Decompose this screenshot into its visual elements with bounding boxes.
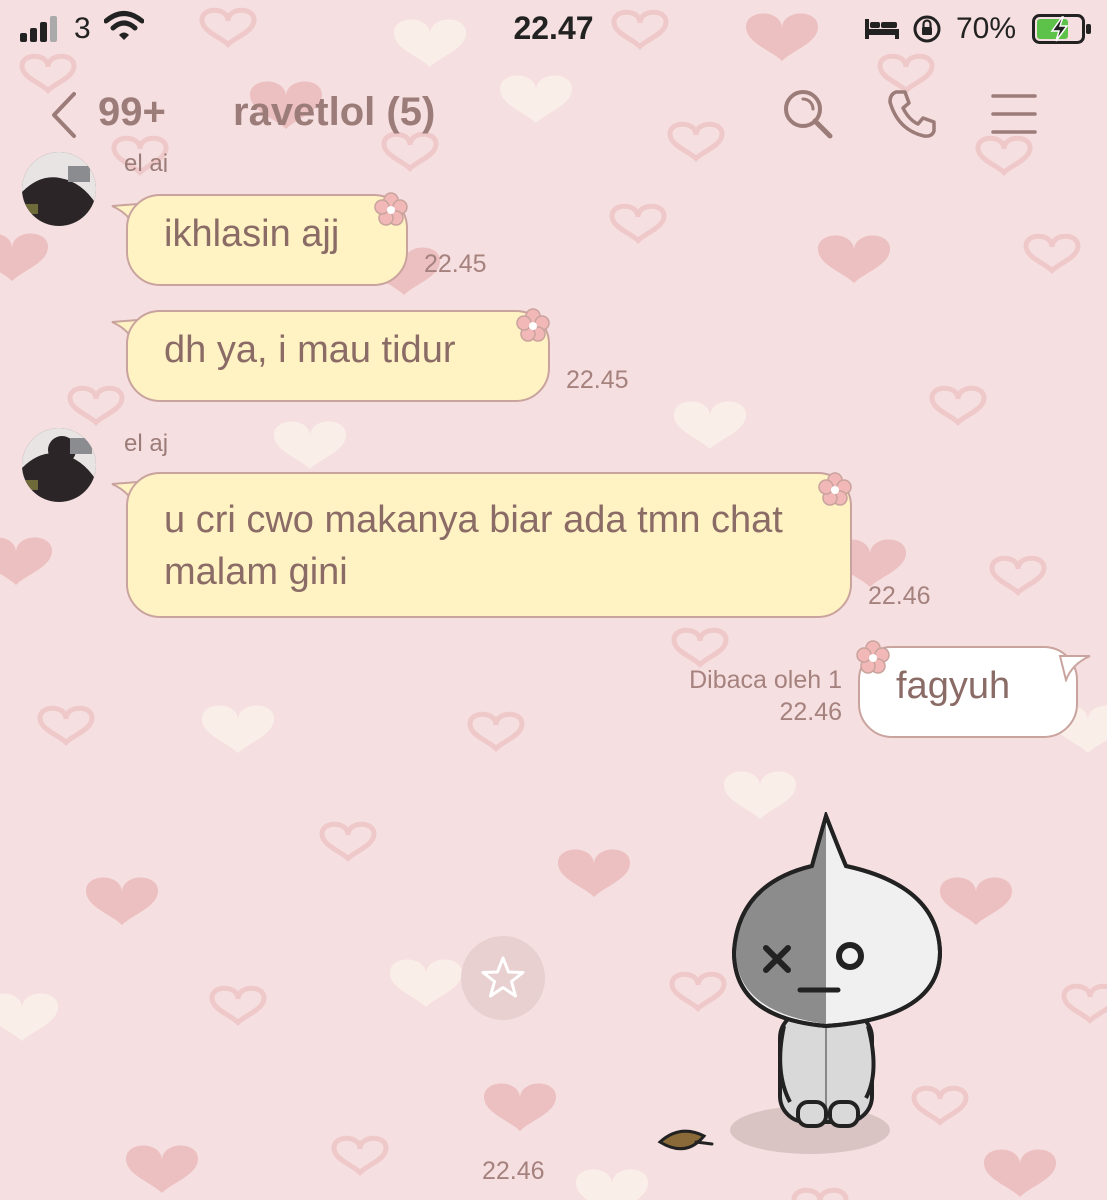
rotation-lock-icon — [913, 15, 941, 43]
back-chevron-icon[interactable] — [46, 90, 80, 140]
flower-decoration-icon — [856, 640, 890, 674]
heart-decoration — [86, 877, 158, 925]
heart-decoration — [0, 537, 52, 585]
heart-decoration — [989, 555, 1047, 597]
bed-icon — [865, 19, 899, 39]
heart-decoration — [37, 705, 95, 747]
message-text: u cri cwo makanya biar ada tmn chat mala… — [164, 499, 783, 593]
message-bubble[interactable]: u cri cwo makanya biar ada tmn chat mala… — [126, 472, 852, 618]
heart-decoration — [929, 385, 987, 427]
favorite-button[interactable] — [461, 936, 545, 1020]
sender-name: el aj — [124, 150, 169, 172]
heart-decoration — [609, 203, 667, 245]
message-bubble[interactable]: dh ya, i mau tidur — [126, 310, 550, 402]
heart-decoration — [126, 1145, 198, 1193]
status-bar: 3 22.47 70% — [0, 0, 1107, 60]
message-text: ikhlasin ajj — [164, 213, 340, 255]
sender-name: el aj — [124, 430, 169, 457]
avatar-image — [22, 152, 96, 226]
heart-decoration — [319, 821, 377, 863]
heart-decoration — [1061, 983, 1107, 1025]
heart-decoration — [671, 627, 729, 669]
flower-decoration-icon — [516, 308, 550, 342]
message-time: 22.46 — [868, 582, 931, 610]
unread-count[interactable]: 99+ — [98, 90, 166, 135]
message-time: 22.46 — [482, 1157, 545, 1185]
sticker-sad-ghost-character[interactable] — [640, 812, 980, 1172]
phone-icon[interactable] — [884, 86, 940, 142]
heart-decoration — [467, 711, 525, 753]
message-bubble[interactable]: ikhlasin ajj — [126, 194, 408, 286]
heart-decoration — [0, 993, 58, 1041]
heart-decoration — [1023, 233, 1081, 275]
heart-decoration — [576, 1169, 648, 1200]
heart-decoration — [558, 849, 630, 897]
chat-title[interactable]: ravetlol (5) — [233, 90, 435, 135]
message-text: fagyuh — [896, 665, 1011, 707]
heart-decoration — [202, 705, 274, 753]
menu-icon[interactable] — [990, 92, 1038, 136]
heart-decoration — [984, 1149, 1056, 1197]
flower-decoration-icon — [818, 472, 852, 506]
message-bubble[interactable]: fagyuh — [858, 646, 1078, 738]
heart-decoration — [274, 421, 346, 469]
message-time: 22.46 — [779, 698, 842, 726]
star-icon — [481, 956, 525, 998]
read-receipt: Dibaca oleh 1 22.46 — [620, 664, 842, 728]
message-time: 22.45 — [424, 250, 487, 278]
message-text: dh ya, i mau tidur — [164, 329, 456, 371]
avatar-image — [22, 428, 96, 502]
read-status: Dibaca oleh 1 — [689, 666, 842, 694]
flower-decoration-icon — [374, 192, 408, 226]
heart-decoration — [209, 985, 267, 1027]
heart-decoration — [791, 1187, 849, 1200]
message-time: 22.45 — [566, 366, 629, 394]
avatar[interactable] — [22, 428, 96, 502]
heart-decoration — [331, 1135, 389, 1177]
heart-decoration — [674, 401, 746, 449]
heart-decoration — [0, 233, 48, 281]
heart-decoration — [818, 235, 890, 283]
heart-decoration — [390, 959, 462, 1007]
chat-header: 99+ ravetlol (5) — [0, 60, 1107, 160]
search-icon[interactable] — [780, 86, 836, 142]
battery-charging-icon — [1032, 14, 1091, 44]
bubble-tail — [1058, 655, 1091, 682]
heart-decoration — [484, 1083, 556, 1131]
battery-percent: 70% — [956, 12, 1017, 45]
avatar[interactable] — [22, 152, 96, 226]
heart-decoration — [67, 385, 125, 427]
